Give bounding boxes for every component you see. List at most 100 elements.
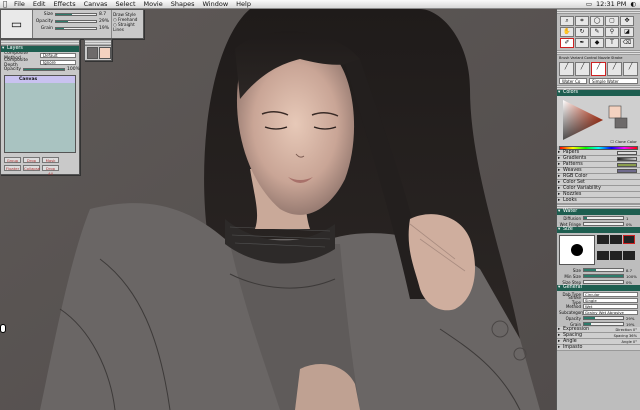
size-step-label: Size Step	[562, 279, 581, 285]
subcategory-label: Subcategory	[559, 309, 585, 315]
menu-canvas[interactable]: Canvas	[80, 0, 112, 8]
tab-brush[interactable]: Brush	[559, 56, 569, 60]
clone-color-checkbox[interactable]: ☐ Clone Color	[610, 139, 637, 144]
apple-menu-icon[interactable]: 	[0, 0, 10, 8]
pen-icon[interactable]: ✒	[575, 38, 589, 48]
crop-icon[interactable]: ⌗	[575, 16, 589, 26]
stroke-type-select[interactable]: Single	[583, 297, 638, 303]
menu-shapes[interactable]: Shapes	[167, 0, 199, 8]
dab-shape-5-icon[interactable]	[610, 250, 622, 260]
app-icon[interactable]: ◐	[630, 0, 636, 8]
menu-window[interactable]: Window	[199, 0, 233, 8]
paint-bucket-icon[interactable]: ◪	[620, 27, 634, 37]
method-row[interactable]: Method Wet	[557, 303, 640, 309]
menu-help[interactable]: Help	[232, 0, 255, 8]
brush-category-select[interactable]: Water Co	[559, 78, 587, 84]
move-icon[interactable]: ✥	[620, 16, 634, 26]
tab-stroke[interactable]: Stroke	[611, 56, 622, 60]
canvas-artwork[interactable]	[0, 9, 556, 410]
method-select[interactable]: Wet	[583, 303, 638, 309]
brush-size-slider[interactable]	[583, 268, 624, 272]
eraser-icon[interactable]: ⌫	[620, 38, 634, 48]
shape-icon[interactable]: ◆	[590, 38, 604, 48]
color-picker[interactable]: ☐ Clone Color	[557, 96, 640, 146]
brush-variant-select[interactable]: Simple Water	[589, 78, 638, 84]
current-brush-icon[interactable]: ▭	[1, 10, 33, 38]
drop-all-button[interactable]: Drop All	[42, 165, 59, 176]
dab-type-select[interactable]: Circular	[583, 291, 638, 297]
tab-nozzle[interactable]: Nozzle	[598, 56, 610, 60]
group-button[interactable]: Group	[4, 157, 21, 163]
menu-file[interactable]: File	[10, 0, 29, 8]
size-slider[interactable]	[55, 13, 97, 16]
size-step-value: 0%	[626, 279, 633, 285]
grain-slider[interactable]	[55, 27, 97, 30]
stroke-type-row[interactable]: Stroke Type Single	[557, 295, 640, 305]
subcategory-select[interactable]: Grainy Wet Abrasive	[583, 309, 638, 315]
rotate-icon[interactable]: ↻	[575, 27, 589, 37]
dab-shape-2-icon[interactable]	[610, 235, 622, 244]
brush-dab-preview	[559, 235, 595, 265]
tab-control[interactable]: Control	[584, 56, 597, 60]
general-opacity-slider[interactable]	[583, 316, 624, 320]
menu-effects[interactable]: Effects	[49, 0, 79, 8]
general-grain-slider[interactable]	[583, 322, 624, 326]
grain-slider-row[interactable]: Grain 19%	[33, 25, 111, 32]
wet-fringe-value: 0%	[626, 221, 633, 227]
layer-opacity-row[interactable]: Opacity 100%	[1, 66, 80, 73]
size-slider-row[interactable]: Size 8.7	[33, 11, 111, 18]
mask-button[interactable]: Mask	[42, 157, 59, 163]
menu-movie[interactable]: Movie	[140, 0, 167, 8]
impasto-section[interactable]: Impasto	[557, 345, 640, 351]
straight-lines-option[interactable]: ○ Straight Lines	[113, 22, 142, 32]
min-size-label: Min Size	[564, 273, 581, 279]
min-size-slider[interactable]	[583, 274, 624, 278]
layer-opacity-slider[interactable]	[23, 68, 65, 71]
brush-preset-3-icon[interactable]: ╱	[591, 62, 606, 76]
dab-shape-4-icon[interactable]	[597, 250, 609, 260]
floater-button[interactable]: Floater	[4, 165, 21, 171]
size-step-slider[interactable]	[583, 280, 624, 284]
dab-shape-3-icon[interactable]	[623, 235, 635, 244]
method-label: Method	[565, 303, 581, 309]
secondary-color-swatch[interactable]	[87, 47, 98, 59]
tab-variant[interactable]: Variant	[570, 56, 583, 60]
layer-opacity-value: 100%	[67, 67, 80, 72]
text-icon[interactable]: T	[605, 38, 619, 48]
general-header[interactable]: General	[557, 285, 640, 291]
water-header[interactable]: Water	[557, 209, 640, 215]
wet-fringe-slider[interactable]	[583, 222, 624, 226]
subcategory-row[interactable]: Subcategory Grainy Wet Abrasive	[557, 309, 640, 315]
dab-shape-1-icon[interactable]	[597, 235, 609, 244]
monitor-icon[interactable]: ▭	[586, 0, 592, 8]
looks-section[interactable]: Looks	[557, 198, 640, 204]
rect-select-icon[interactable]: ▢	[605, 16, 619, 26]
opacity-slider[interactable]	[55, 20, 97, 23]
brush-preset-2-icon[interactable]: ╱	[575, 62, 590, 76]
diffusion-slider[interactable]	[583, 216, 624, 220]
composite-method-select[interactable]: Default	[40, 53, 76, 58]
layer-item-canvas[interactable]: Canvas	[5, 76, 75, 83]
brush-tool-active-icon[interactable]: ✐	[560, 38, 574, 48]
composite-depth-select[interactable]: Ignore	[40, 60, 76, 65]
brush-preset-1-icon[interactable]: ╱	[559, 62, 574, 76]
lasso-icon[interactable]: ◯	[590, 16, 604, 26]
collapse-button[interactable]: Collapse	[23, 165, 40, 171]
dab-shape-6-icon[interactable]	[623, 250, 635, 260]
opacity-slider-row[interactable]: Opacity 29%	[33, 18, 111, 25]
layers-header[interactable]: Layers	[1, 46, 79, 52]
grabber-icon[interactable]: ✋	[560, 27, 574, 37]
magnifier-icon[interactable]: ⌕	[560, 16, 574, 26]
diffusion-value: 1	[626, 215, 629, 221]
current-color-swatch[interactable]	[99, 47, 111, 59]
color-palette-titlebar[interactable]	[85, 40, 111, 46]
brush-icon[interactable]: ✎	[590, 27, 604, 37]
menu-edit[interactable]: Edit	[29, 0, 50, 8]
menu-select[interactable]: Select	[111, 0, 139, 8]
brush-preset-5-icon[interactable]: ╱	[623, 62, 638, 76]
general-grain-value: 19%	[626, 321, 635, 327]
size-header[interactable]: Size	[557, 227, 640, 233]
drop-button[interactable]: Drop	[23, 157, 40, 163]
brush-preset-4-icon[interactable]: ╱	[607, 62, 622, 76]
dropper-icon[interactable]: ⚲	[605, 27, 619, 37]
